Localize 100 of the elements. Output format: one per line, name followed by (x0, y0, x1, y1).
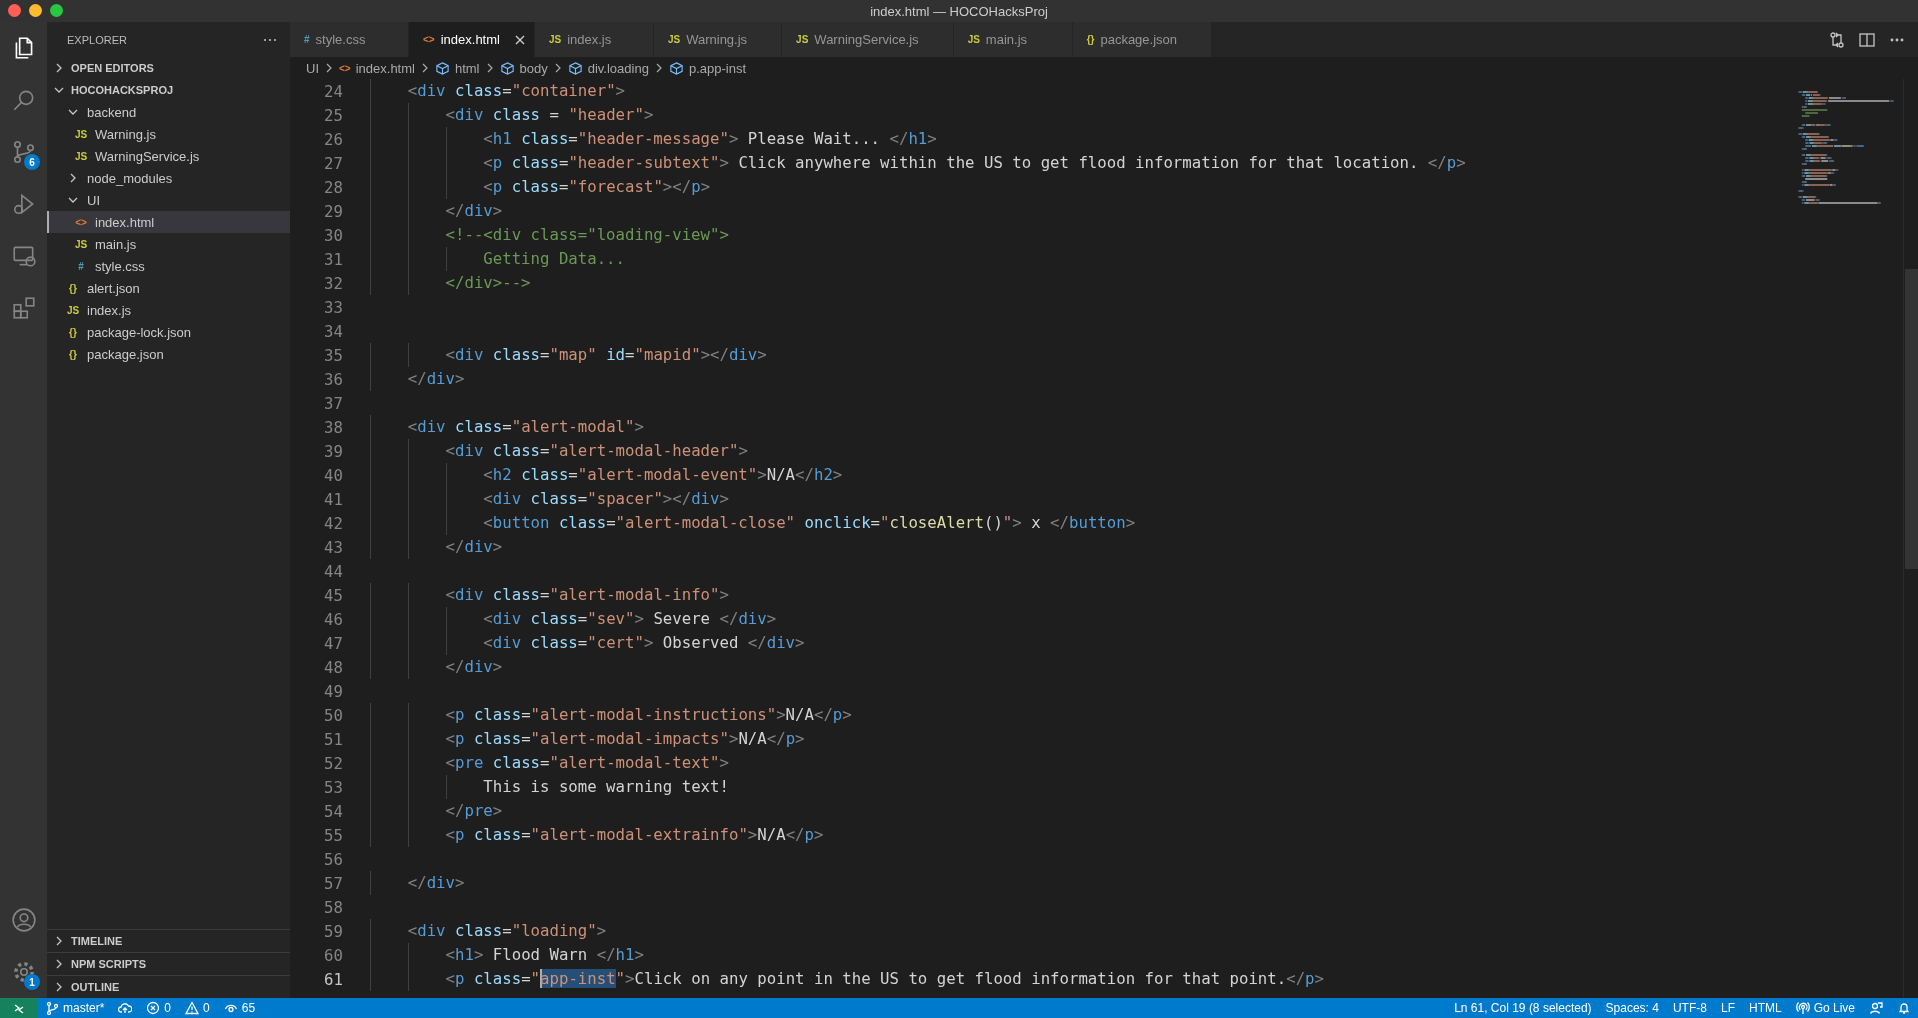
tree-item[interactable]: UI (47, 189, 290, 211)
editor-tab[interactable]: JS WarningService.js (782, 22, 954, 57)
file-icon: JS (667, 34, 681, 45)
close-button[interactable] (8, 4, 21, 17)
line-number: 58 (323, 897, 344, 917)
line-number: 34 (323, 321, 344, 341)
file-icon: JS (74, 150, 88, 162)
status-item[interactable]: 0 (139, 998, 179, 1018)
line-number: 48 (323, 657, 344, 677)
file-icon: {} (1086, 34, 1095, 45)
line-number: 59 (323, 921, 344, 941)
breadcrumb-item[interactable]: UI (306, 60, 319, 76)
cube-icon (668, 60, 684, 76)
code-line: Getting Data... (370, 247, 625, 271)
breadcrumb-item[interactable]: html (454, 60, 480, 76)
tree-item[interactable]: {} package-lock.json (47, 321, 290, 343)
compare-changes-icon[interactable] (1828, 30, 1846, 49)
line-number: 35 (323, 345, 344, 365)
section-header[interactable]: HOCOHACKSPROJ (47, 79, 290, 101)
tree-item[interactable]: node_modules (47, 167, 290, 189)
editor-tab[interactable]: <> index.html (409, 22, 535, 57)
line-number: 57 (323, 873, 344, 893)
file-icon: {} (69, 348, 77, 360)
line-number: 50 (323, 705, 344, 725)
file-icon: JS (967, 34, 980, 45)
tree-item[interactable]: JS main.js (47, 233, 290, 255)
line-number: 26 (323, 129, 344, 149)
code-line: </div> (370, 367, 465, 391)
maximize-button[interactable] (50, 4, 63, 17)
code-line: <p class="forecast"></p> (370, 175, 711, 199)
code-line: <div class="spacer"></div> (370, 487, 729, 511)
line-number: 60 (323, 945, 344, 965)
line-number: 32 (323, 273, 344, 293)
status-item[interactable]: Ln 61, Col 19 (8 selected) (1447, 998, 1599, 1018)
section-header[interactable]: NPM SCRIPTS (47, 953, 290, 975)
line-number: 28 (323, 177, 344, 197)
line-number: 44 (323, 561, 344, 581)
breadcrumb-item[interactable]: body (519, 60, 548, 76)
tree-item[interactable]: <> index.html (47, 211, 290, 233)
count-badge: 1 (24, 974, 40, 990)
line-number: 30 (323, 225, 344, 245)
file-icon: JS (74, 128, 88, 140)
line-number: 53 (323, 777, 344, 797)
tree-item[interactable]: JS index.js (47, 299, 290, 321)
section-header[interactable]: OPEN EDITORS (47, 57, 290, 79)
section-header[interactable]: OUTLINE (47, 976, 290, 998)
code-line: <h1 class="header-message"> Please Wait... </h1> (370, 127, 937, 151)
line-number: 42 (323, 513, 344, 533)
editor-tab[interactable]: {} package.json (1072, 22, 1213, 57)
tree-item[interactable]: {} alert.json (47, 277, 290, 299)
code-line: <pre class="alert-modal-text"> (370, 751, 729, 775)
line-number: 24 (323, 81, 344, 101)
code-line: <!--<div class="loading-view"> (370, 223, 729, 247)
status-item[interactable]: 65 (216, 998, 263, 1018)
code-line: <button class="alert-modal-close" onclick="closeAlert()"> x </button> (370, 511, 1136, 535)
status-item[interactable]: HTML (1741, 998, 1789, 1018)
bell-icon[interactable] (1897, 1001, 1911, 1015)
status-item[interactable]: Spaces: 4 (1598, 998, 1666, 1018)
account-icon[interactable] (10, 907, 37, 933)
tree-item[interactable]: # style.css (47, 255, 290, 277)
editor-tab[interactable]: JS Warning.js (653, 22, 783, 57)
cloud-upload-icon[interactable] (118, 1001, 133, 1015)
line-number: 37 (323, 393, 344, 413)
code-line: <div class = "header"> (370, 103, 654, 127)
file-icon: {} (69, 326, 77, 338)
line-number: 40 (323, 465, 344, 485)
editor-tab[interactable]: JS main.js (953, 22, 1073, 57)
code-line: <div class="cert"> Observed </div> (370, 631, 805, 655)
line-number: 31 (323, 249, 344, 269)
editor-tab[interactable]: # style.css (290, 22, 409, 57)
tree-item[interactable]: JS Warning.js (47, 123, 290, 145)
minimize-button[interactable] (29, 4, 42, 17)
line-number: 38 (323, 417, 344, 437)
status-item[interactable]: LF (1713, 998, 1742, 1018)
status-item[interactable]: master* (38, 998, 112, 1018)
breadcrumb-item[interactable]: index.html (355, 60, 415, 76)
tree-item[interactable]: backend (47, 101, 290, 123)
extensions-icon[interactable] (10, 295, 37, 321)
tree-item[interactable]: JS WarningService.js (47, 145, 290, 167)
status-item[interactable]: UTF-8 (1665, 998, 1714, 1018)
code-line: </div>--> (370, 271, 531, 295)
section-header[interactable]: TIMELINE (47, 930, 290, 952)
breadcrumb-item[interactable]: p.app-inst (688, 60, 746, 76)
code-line: </div> (370, 199, 503, 223)
file-icon: # (304, 34, 310, 45)
line-number: 45 (323, 585, 344, 605)
feedback-icon[interactable] (1869, 1001, 1883, 1015)
editor-tab[interactable]: JS index.js (534, 22, 654, 57)
line-number: 25 (323, 105, 344, 125)
count-badge: 6 (24, 154, 40, 170)
tree-item[interactable]: {} package.json (47, 343, 290, 365)
code-line: <div class="map" id="mapid"></div> (370, 343, 767, 367)
line-number: 39 (323, 441, 344, 461)
status-item[interactable]: Go Live (1788, 998, 1862, 1018)
status-item[interactable]: 0 (178, 998, 217, 1018)
code-line: </div> (370, 871, 465, 895)
split-editor-icon[interactable] (1858, 30, 1876, 49)
line-number: 27 (323, 153, 344, 173)
line-number: 29 (323, 201, 344, 221)
breadcrumb-item[interactable]: div.loading (587, 60, 649, 76)
